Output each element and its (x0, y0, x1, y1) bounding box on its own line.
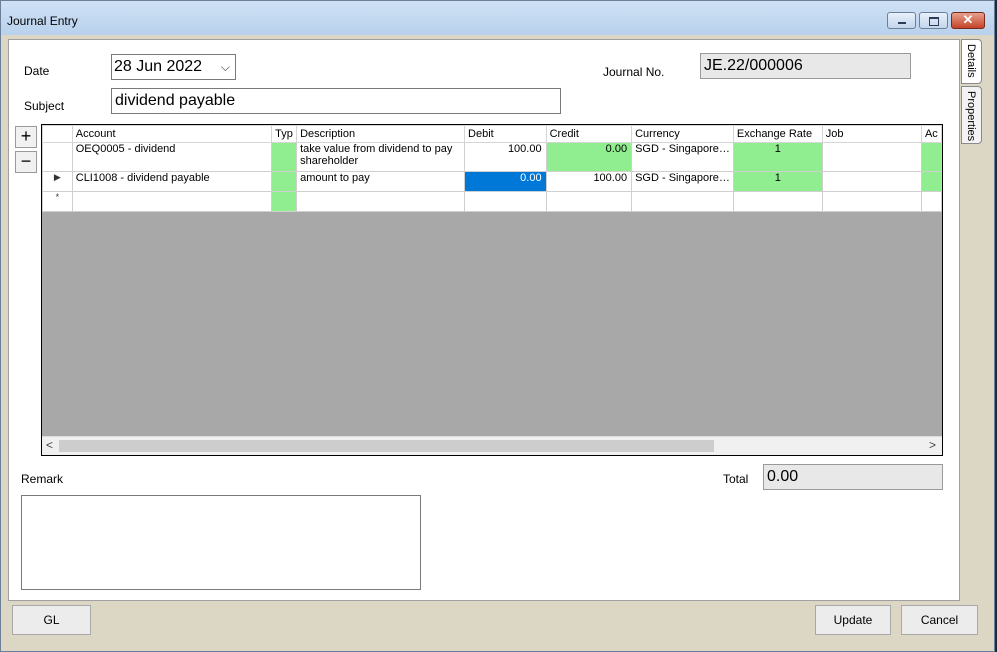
job-cell[interactable] (821, 142, 922, 172)
currency-cell[interactable]: SGD - Singapore… (631, 142, 734, 172)
credit-cell[interactable]: 0.00 (545, 142, 633, 172)
column-header[interactable]: Description (296, 125, 466, 143)
tab-details[interactable]: Details (961, 39, 982, 84)
date-picker[interactable]: 28 Jun 2022 ⌵ (111, 54, 236, 80)
column-header[interactable]: Credit (545, 125, 633, 143)
window-title: Journal Entry (7, 14, 78, 28)
journal-entry-window: Journal Entry ✕ Date 28 Jun 2022 ⌵ Journ… (0, 0, 995, 652)
ac-cell[interactable] (920, 191, 942, 212)
remove-row-button[interactable]: − (15, 151, 37, 173)
column-header[interactable]: Job (821, 125, 922, 143)
grid-table: Account Typ Description Debit Credit Cur… (42, 125, 942, 212)
account-cell[interactable]: OEQ0005 - dividend (71, 142, 273, 172)
new-row-indicator[interactable]: * (42, 191, 73, 212)
account-cell[interactable]: CLI1008 - dividend payable (71, 171, 273, 192)
job-cell[interactable] (821, 191, 922, 212)
column-header[interactable]: Currency (631, 125, 734, 143)
type-cell[interactable] (271, 191, 298, 212)
column-header[interactable]: Ac (920, 125, 942, 143)
total-field: 0.00 (763, 464, 943, 490)
account-cell[interactable] (71, 191, 273, 212)
gl-button[interactable]: GL (12, 605, 91, 635)
exchange-rate-cell[interactable] (732, 191, 823, 212)
exchange-rate-cell[interactable]: 1 (732, 171, 823, 192)
column-header[interactable]: Exchange Rate (732, 125, 823, 143)
chevron-left-icon[interactable]: < (46, 438, 53, 452)
close-icon: ✕ (962, 12, 974, 27)
journal-no-field[interactable]: JE.22/000006 (700, 53, 911, 79)
horizontal-scrollbar[interactable]: < > (42, 436, 942, 455)
grid-corner (42, 125, 73, 143)
debit-cell[interactable]: 100.00 (464, 142, 547, 172)
table-row[interactable]: OEQ0005 - dividend take value from divid… (42, 142, 942, 172)
remark-textarea[interactable] (21, 495, 421, 590)
add-row-button[interactable]: + (15, 126, 37, 148)
date-label: Date (24, 64, 50, 78)
currency-cell[interactable]: SGD - Singapore… (631, 171, 734, 192)
description-cell[interactable]: take value from dividend to pay sharehol… (296, 142, 466, 172)
exchange-rate-cell[interactable]: 1 (732, 142, 823, 172)
date-value: 28 Jun 2022 (114, 58, 203, 75)
currency-cell[interactable] (631, 191, 734, 212)
journal-no-label: Journal No. (603, 65, 665, 79)
total-label: Total (723, 472, 749, 486)
row-header[interactable] (42, 142, 73, 172)
type-cell[interactable] (271, 142, 298, 172)
credit-cell[interactable] (545, 191, 633, 212)
ac-cell[interactable] (920, 142, 942, 172)
subject-input[interactable]: dividend payable (111, 88, 561, 114)
chevron-right-icon[interactable]: > (929, 438, 936, 452)
description-cell[interactable] (296, 191, 466, 212)
credit-cell[interactable]: 100.00 (545, 171, 633, 192)
debit-cell[interactable] (464, 191, 547, 212)
tab-details-label: Details (965, 44, 977, 78)
description-cell[interactable]: amount to pay (296, 171, 466, 192)
title-bar: Journal Entry ✕ (1, 1, 994, 35)
subject-label: Subject (24, 99, 65, 113)
scrollbar-thumb[interactable] (59, 440, 714, 452)
column-header[interactable]: Typ (271, 125, 298, 143)
minimize-button[interactable] (887, 12, 916, 29)
close-button[interactable]: ✕ (951, 12, 985, 29)
table-row[interactable]: ▶ CLI1008 - dividend payable amount to p… (42, 171, 942, 192)
column-header[interactable]: Debit (464, 125, 547, 143)
type-cell[interactable] (271, 171, 298, 192)
job-cell[interactable] (821, 171, 922, 192)
chevron-down-icon[interactable]: ⌵ (221, 55, 230, 79)
maximize-button[interactable] (919, 12, 948, 29)
journal-lines-grid[interactable]: Account Typ Description Debit Credit Cur… (41, 124, 943, 456)
new-row[interactable]: * (42, 191, 942, 212)
update-button[interactable]: Update (815, 605, 891, 635)
remark-label: Remark (21, 472, 64, 486)
debit-cell[interactable]: 0.00 (464, 171, 547, 192)
tab-properties-label: Properties (965, 91, 977, 142)
current-row-indicator[interactable]: ▶ (42, 171, 73, 192)
ac-cell[interactable] (920, 171, 942, 192)
column-header[interactable]: Account (71, 125, 273, 143)
tab-properties[interactable]: Properties (961, 86, 982, 144)
cancel-button[interactable]: Cancel (901, 605, 978, 635)
